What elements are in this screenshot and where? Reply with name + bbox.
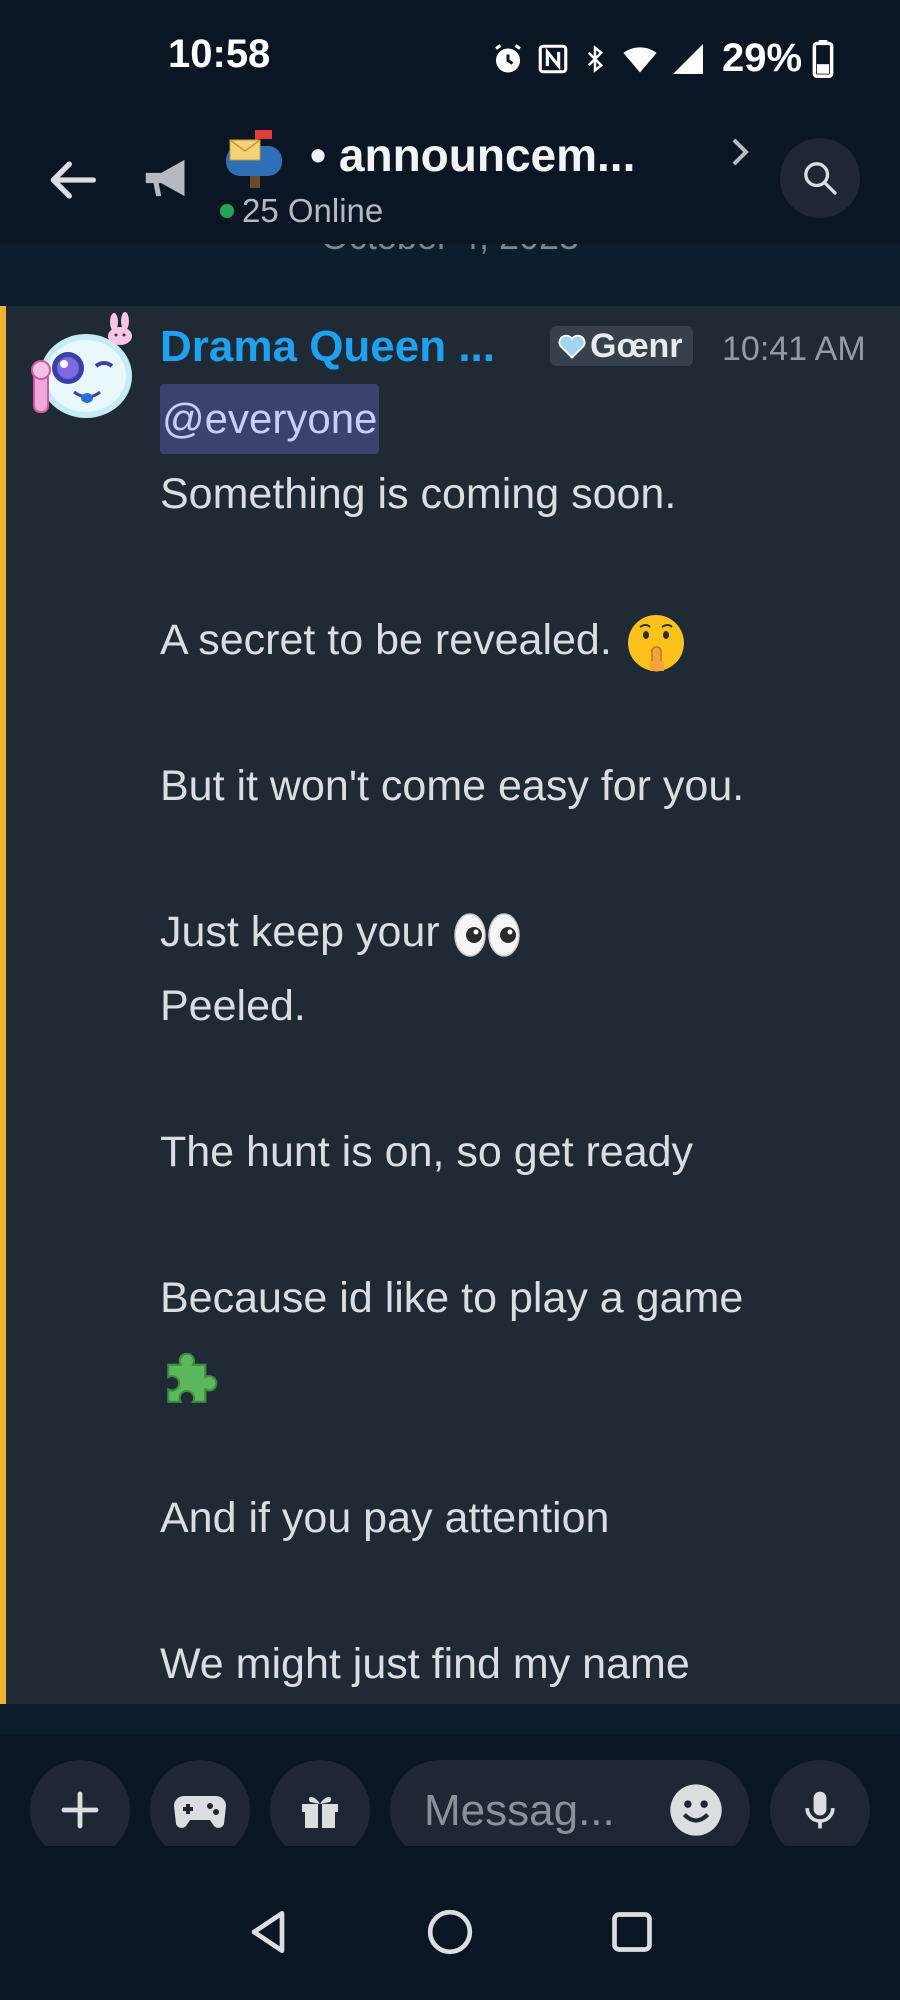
add-button[interactable]	[30, 1760, 130, 1860]
nfc-icon	[538, 44, 568, 73]
message-line: And if you pay attention	[160, 1488, 609, 1548]
battery-percent: 29%	[722, 36, 803, 80]
gift-button[interactable]	[270, 1760, 370, 1860]
message-line-text: But it won't come easy for you.	[160, 762, 745, 810]
server-tag[interactable]: Gœnr	[550, 326, 693, 366]
alarm-icon	[495, 43, 521, 72]
everyone-mention[interactable]: @everyone	[160, 384, 380, 454]
message-placeholder: Messag...	[424, 1786, 615, 1835]
channel-title[interactable]: • announcem...	[310, 128, 635, 182]
eyes-icon	[453, 912, 520, 957]
gift-icon	[302, 1797, 338, 1828]
message-line-text: Something is coming soon.	[160, 470, 677, 518]
shushing-face-icon	[627, 614, 684, 672]
mention-highlight-bar	[0, 306, 6, 1704]
nav-home-icon[interactable]	[422, 1904, 478, 1960]
message-line: Just keep your	[160, 902, 524, 963]
message-line	[160, 1342, 226, 1408]
gamepad-icon	[174, 1796, 226, 1828]
message-input[interactable]: Messag...	[390, 1760, 750, 1860]
message-composer: Messag...	[0, 1734, 900, 1860]
system-icons: 29%	[490, 36, 834, 81]
microphone-icon	[805, 1791, 835, 1829]
nav-recents-icon[interactable]	[604, 1904, 660, 1960]
message-line-text: A secret to be revealed.	[160, 616, 612, 664]
message-line: A secret to be revealed.	[160, 610, 688, 675]
online-dot	[220, 204, 234, 218]
message[interactable]: Drama Queen ... Gœnr 10:41 AM @everyone …	[0, 306, 900, 1704]
nav-back-icon[interactable]	[240, 1904, 296, 1960]
date-divider-text: October 4, 2023	[0, 244, 900, 258]
message-line: Peeled.	[160, 976, 306, 1036]
message-timestamp: 10:41 AM	[722, 330, 866, 368]
message-line: Because id like to play a game	[160, 1268, 743, 1328]
status-bar: 10:58 29%	[0, 0, 900, 120]
message-line: Something is coming soon.	[160, 464, 676, 524]
search-button[interactable]	[780, 138, 860, 218]
message-line-text: Peeled.	[160, 982, 306, 1030]
search-icon	[804, 162, 837, 195]
battery-icon	[812, 39, 834, 78]
signal-icon	[673, 43, 703, 74]
message-line: We might just find my name	[160, 1634, 690, 1694]
message-author[interactable]: Drama Queen ...	[160, 322, 495, 372]
message-line-text: Because id like to play a game	[160, 1274, 744, 1322]
emoji-picker-icon[interactable]	[668, 1782, 724, 1838]
bluetooth-icon	[587, 44, 604, 73]
status-time: 10:58	[168, 32, 271, 76]
online-status: 25 Online	[220, 192, 383, 230]
server-tag-text: Gœnr	[590, 326, 683, 365]
composer-divider	[0, 1704, 900, 1734]
message-line: The hunt is on, so get ready	[160, 1122, 693, 1182]
user-avatar[interactable]	[24, 306, 144, 426]
voice-message-button[interactable]	[770, 1760, 870, 1860]
wifi-icon	[623, 46, 657, 72]
mailbox-icon	[226, 130, 282, 188]
message-line-text: We might just find my name	[160, 1640, 690, 1688]
activities-button[interactable]	[150, 1760, 250, 1860]
date-divider: October 4, 2023	[0, 244, 900, 306]
back-arrow-icon[interactable]	[40, 148, 104, 212]
online-count: 25 Online	[242, 192, 384, 229]
message-line-text: Just keep your	[160, 908, 440, 956]
message-line: But it won't come easy for you.	[160, 756, 744, 816]
puzzle-piece-icon	[167, 1352, 218, 1403]
megaphone-icon	[145, 159, 185, 197]
heart-icon	[558, 334, 586, 359]
system-nav-bar	[0, 1846, 900, 2000]
message-line-text: And if you pay attention	[160, 1494, 610, 1542]
message-line-text: The hunt is on, so get ready	[160, 1128, 694, 1176]
chevron-right-icon[interactable]	[728, 132, 752, 172]
channel-header: • announcem... 25 Online	[0, 120, 900, 246]
plus-icon	[61, 1791, 99, 1829]
